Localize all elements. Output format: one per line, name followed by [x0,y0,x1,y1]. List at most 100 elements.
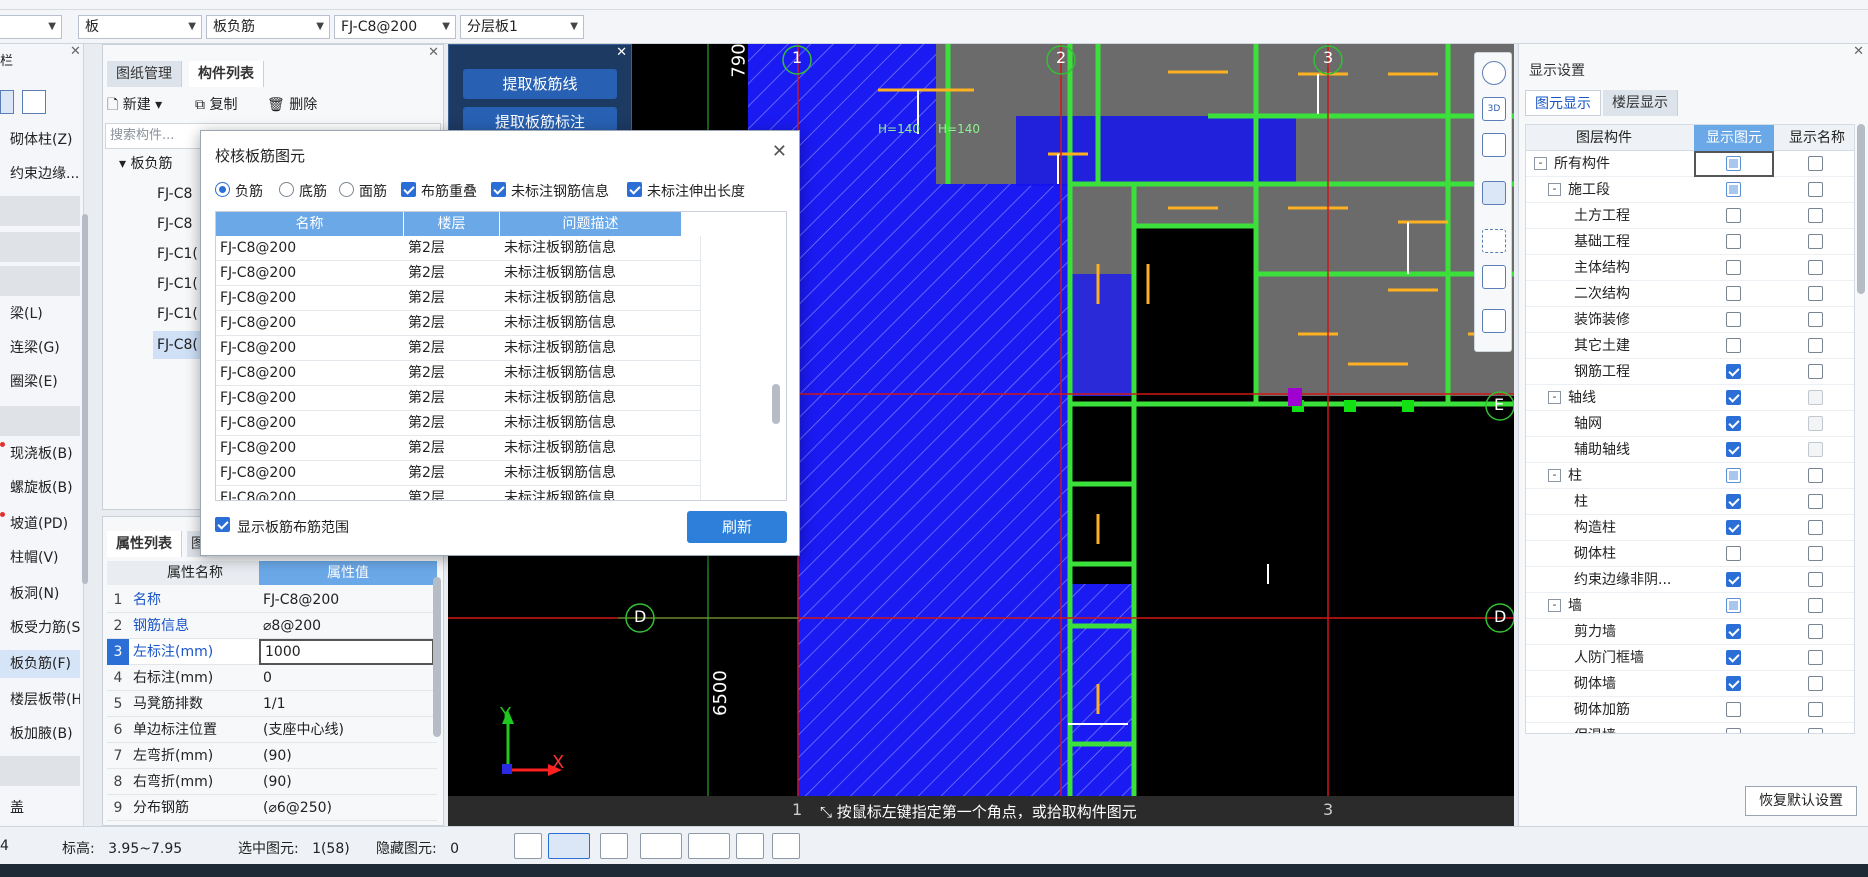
show-name-checkbox[interactable] [1808,624,1823,639]
close-icon[interactable]: ✕ [428,45,439,60]
scrollbar[interactable] [772,384,780,424]
tab-properties[interactable]: 属性列表 [107,531,182,557]
no-info-checkbox[interactable] [491,182,506,197]
layer-row[interactable]: -柱 [1526,463,1854,489]
collapse-icon[interactable]: - [1548,469,1561,482]
layer-row[interactable]: 轴网 [1526,411,1854,437]
ortho-icon[interactable] [514,833,542,859]
dimension-icon[interactable] [688,833,730,859]
layer-row[interactable]: - 施工段 [1526,177,1854,203]
property-row[interactable]: 4 右标注(mm) 0 [107,665,437,691]
properties-icon[interactable] [1482,309,1506,333]
nav-item[interactable]: 现浇板(B) [0,440,80,468]
radio-negative[interactable] [215,182,230,197]
nav-group[interactable] [0,406,80,436]
issue-row[interactable]: FJ-C8@200 第2层 未标注板钢筋信息 [216,486,701,500]
copy-button[interactable]: ⧉ 复制 [195,91,237,119]
show-element-checkbox[interactable] [1726,494,1741,509]
show-name-checkbox[interactable] [1808,312,1823,327]
property-value[interactable]: 0 [259,665,434,691]
property-value[interactable]: 1000 [259,639,434,665]
property-row[interactable]: 9 分布钢筋 (⌀6@250) [107,795,437,821]
show-name-checkbox[interactable] [1808,572,1823,587]
show-element-checkbox[interactable] [1726,286,1741,301]
show-element-checkbox[interactable] [1726,338,1741,353]
show-element-checkbox[interactable] [1726,312,1741,327]
show-element-checkbox[interactable] [1726,182,1741,197]
show-name-checkbox[interactable] [1808,494,1823,509]
property-row[interactable]: 8 右弯折(mm) (90) [107,769,437,795]
nav-item[interactable]: 板洞(N) [0,580,80,608]
property-row[interactable]: 5 马凳筋排数 1/1 [107,691,437,717]
issue-row[interactable]: FJ-C8@200 第2层 未标注板钢筋信息 [216,386,701,411]
snap-icon[interactable] [548,833,590,859]
show-element-checkbox[interactable] [1726,364,1741,379]
nav-item[interactable]: 楼层板带(H [0,686,80,714]
nav-group[interactable] [0,756,80,786]
nav-group[interactable] [0,232,80,262]
show-element-checkbox[interactable] [1726,572,1741,587]
nav-item-selected[interactable]: 板负筋(F) [0,650,80,678]
show-name-checkbox[interactable] [1808,468,1823,483]
scrollbar[interactable] [433,577,441,737]
tree-item[interactable]: FJ-C1( [157,299,198,329]
layer-row[interactable]: - 轴线 [1526,385,1854,411]
list-view-icon[interactable] [0,90,14,114]
property-row[interactable]: 7 左弯折(mm) (90) [107,743,437,769]
cross-icon[interactable] [600,833,628,859]
show-element-checkbox[interactable] [1726,442,1741,457]
layer-row[interactable]: 装饰装修 [1526,307,1854,333]
tab-floor-display[interactable]: 楼层显示 [1603,90,1678,116]
show-name-checkbox[interactable] [1808,676,1823,691]
show-name-checkbox[interactable] [1808,650,1823,665]
layer-row[interactable]: 砌体加筋 [1526,697,1854,723]
issue-row[interactable]: FJ-C8@200 第2层 未标注板钢筋信息 [216,411,701,436]
issue-row[interactable]: FJ-C8@200 第2层 未标注板钢筋信息 [216,286,701,311]
tab-component-list[interactable]: 构件列表 [189,61,264,87]
show-range-checkbox[interactable] [215,517,230,532]
show-name-checkbox[interactable] [1808,416,1823,431]
show-element-checkbox[interactable] [1726,260,1741,275]
layer-row[interactable]: - 所有构件 [1526,151,1854,177]
property-value[interactable]: (⌀6@250) [259,795,434,821]
restore-defaults-button[interactable]: 恢复默认设置 [1745,786,1857,816]
nav-item[interactable]: 砌体柱(Z) [0,126,80,154]
collapse-icon[interactable]: - [1534,157,1547,170]
show-element-checkbox[interactable] [1726,702,1741,717]
nav-item[interactable]: 约束边缘... [0,160,80,188]
tab-element-display[interactable]: 图元显示 [1525,90,1601,116]
refresh-button[interactable]: 刷新 [687,511,787,543]
property-value[interactable]: (90) [259,769,434,795]
issue-row[interactable]: FJ-C8@200 第2层 未标注板钢筋信息 [216,236,701,261]
layer-row[interactable]: 辅助轴线 [1526,437,1854,463]
show-name-checkbox[interactable] [1808,546,1823,561]
tab-drawings[interactable]: 图纸管理 [107,61,182,87]
nav-item[interactable]: 梁(L) [0,300,80,328]
delete-button[interactable]: 🗑 删除 [267,91,317,119]
new-button[interactable]: 🗋 新建 ▾ [107,91,162,119]
extract-rebar-labels-button[interactable]: 提取板筋标注 [463,107,617,131]
layer-row[interactable]: 剪力墙 [1526,619,1854,645]
extract-rebar-lines-button[interactable]: 提取板筋线 [463,69,617,99]
cube-icon[interactable] [1482,133,1506,157]
layer-row[interactable]: 砌体墙 [1526,671,1854,697]
radio-bottom[interactable] [279,182,294,197]
layer-row[interactable]: 约束边缘非阴... [1526,567,1854,593]
layer-row[interactable]: 砌体柱 [1526,541,1854,567]
property-value[interactable]: 1/1 [259,691,434,717]
close-icon[interactable]: ✕ [772,141,787,162]
nav-item[interactable]: 板受力筋(S [0,614,80,642]
show-element-checkbox[interactable] [1726,624,1741,639]
nav-item[interactable]: 圈梁(E) [0,368,80,396]
no-length-checkbox[interactable] [627,182,642,197]
tree-item[interactable]: FJ-C8 [157,209,192,239]
property-value[interactable]: (支座中心线) [259,717,434,743]
nav-item[interactable]: 坡道(PD) [0,510,80,538]
layer-icon[interactable] [736,833,764,859]
tree-item[interactable]: FJ-C1( [157,269,198,299]
layer-combo[interactable]: 分层板1 ▼ [460,15,584,39]
show-name-checkbox[interactable] [1808,520,1823,535]
show-name-checkbox[interactable] [1808,442,1823,457]
show-element-checkbox[interactable] [1726,676,1741,691]
collapse-icon[interactable]: - [1548,391,1561,404]
